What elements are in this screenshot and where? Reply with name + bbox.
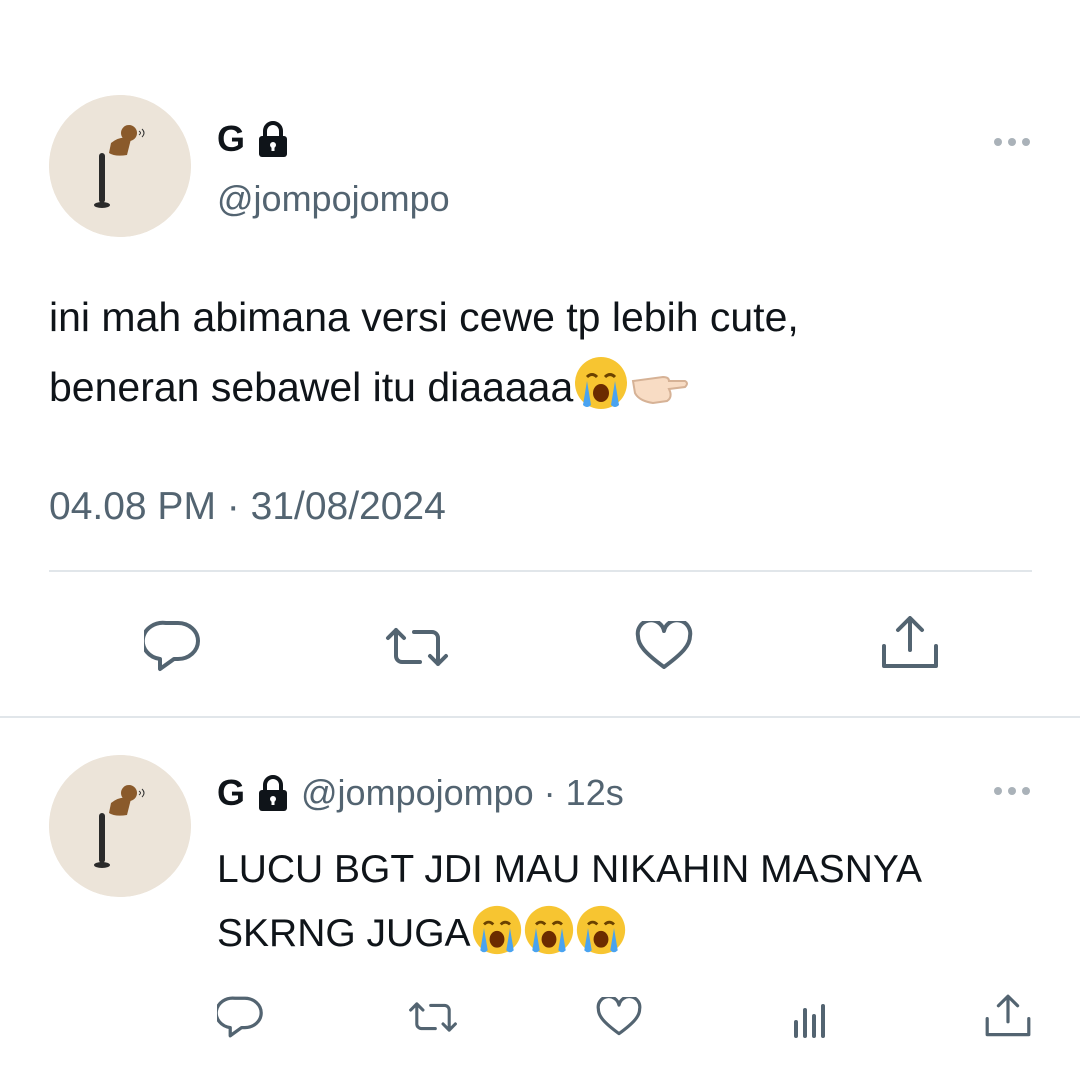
author-name[interactable]: G [217,118,245,160]
like-icon[interactable] [635,621,693,671]
tweet-text-line-2-wrap: beneran sebawel itu diaaaaa [49,352,689,432]
retweet-icon[interactable] [382,624,452,670]
reply-time-ago[interactable]: 12s [566,772,624,814]
author-handle[interactable]: @jompojompo [217,178,450,220]
crying-face-emoji [575,904,627,976]
reply-more-options-icon[interactable] [994,787,1030,795]
lock-icon [255,774,291,812]
tweet-time: 04.08 PM [49,485,216,528]
reply-retweet-icon[interactable] [406,999,460,1035]
crying-face-emoji [573,355,629,432]
more-options-icon[interactable] [994,138,1030,146]
tweet-text-line-1: ini mah abimana versi cewe tp lebih cute… [49,294,799,340]
avatar-illustration [49,95,191,237]
section-divider [0,716,1080,718]
reply-reply-icon[interactable] [217,995,263,1039]
avatar[interactable] [49,95,191,237]
pointing-hand-emoji [629,361,689,432]
timestamp[interactable]: 04.08 PM · 31/08/2024 [49,485,446,529]
reply-separator: · [543,772,556,813]
reply-author-row: G @jompojompo · 12s [217,772,624,814]
tweet-date: 31/08/2024 [250,485,446,528]
reply-text-line-2: SKRNG JUGA [217,912,471,955]
tweet-text-line-2: beneran sebawel itu diaaaaa [49,364,574,410]
share-icon[interactable] [880,616,940,672]
reply-text-line-1: LUCU BGT JDI MAU NIKAHIN MASNYA [217,848,922,891]
reply-author-name[interactable]: G [217,772,245,814]
divider [49,570,1032,572]
lock-icon [255,120,291,158]
reply-text-line-2-wrap: SKRNG JUGA [217,902,627,976]
reply-avatar[interactable] [49,755,191,897]
meta-separator: · [226,485,240,528]
avatar-illustration [49,755,191,897]
crying-face-emoji [471,904,523,976]
reply-author-handle[interactable]: @jompojompo [301,772,534,814]
author-row: G [217,118,291,160]
views-icon[interactable] [792,1000,830,1038]
reply-share-icon[interactable] [984,994,1032,1040]
reply-icon[interactable] [144,619,200,673]
reply-like-icon[interactable] [596,997,642,1037]
crying-face-emoji [523,904,575,976]
